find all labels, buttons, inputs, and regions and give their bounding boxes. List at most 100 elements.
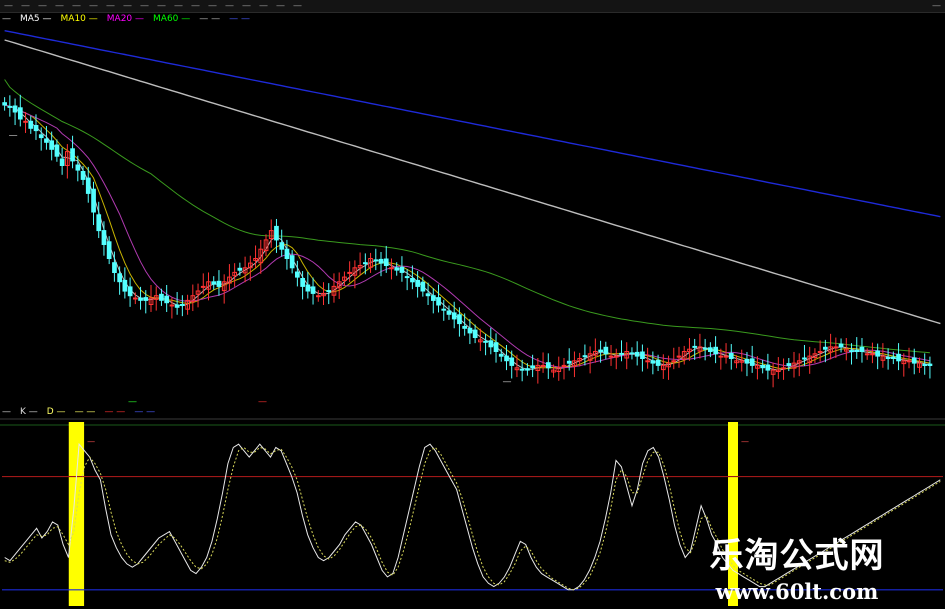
- candle-body: [347, 271, 352, 274]
- candle-body: [786, 363, 792, 367]
- candle-body: [159, 293, 164, 301]
- candle-body: [927, 363, 933, 367]
- candle-body: [237, 267, 243, 271]
- low-price-label: —: [502, 377, 511, 387]
- candle-body: [802, 357, 807, 360]
- candle-body: [875, 350, 880, 357]
- candle-body: [671, 360, 677, 363]
- candle-body: [133, 297, 138, 300]
- candle-body: [310, 286, 316, 294]
- sub-indicator-title[interactable]: —: [2, 407, 11, 417]
- candle-body: [817, 351, 823, 353]
- candle-body: [608, 355, 614, 358]
- candle-body: [122, 279, 128, 292]
- candle-body: [833, 346, 839, 349]
- candle-body: [7, 105, 13, 108]
- sub-legend-entry-0: K —: [20, 407, 38, 417]
- candle-body: [117, 273, 123, 283]
- candle-body: [922, 364, 928, 366]
- candle-body: [493, 342, 499, 353]
- candle-body: [457, 314, 462, 325]
- high-price-label: —: [9, 131, 18, 141]
- sub-legend: — K — D — — — — — — —: [2, 406, 155, 418]
- candle-body: [211, 281, 217, 285]
- candle-body: [713, 346, 718, 355]
- candle-body: [363, 262, 368, 265]
- candle-body: [530, 365, 535, 369]
- candle-body: [896, 353, 901, 362]
- candle-body: [744, 358, 750, 364]
- candle-body: [760, 364, 765, 369]
- candle-body: [415, 279, 420, 287]
- candle-body: [127, 286, 133, 297]
- candle-body: [566, 360, 572, 364]
- candle-body: [702, 347, 708, 350]
- candle-body: [498, 353, 504, 357]
- candle-body: [295, 271, 300, 278]
- candle-body: [436, 297, 441, 306]
- candle-body: [279, 242, 285, 250]
- candle-body: [765, 364, 771, 371]
- candle-body: [23, 120, 28, 123]
- candle-body: [864, 353, 870, 356]
- candle-body: [885, 357, 891, 359]
- candle-body: [540, 364, 546, 367]
- candle-body: [289, 255, 295, 269]
- candle-body: [504, 355, 509, 362]
- candle-body: [483, 340, 488, 343]
- candle-body: [200, 285, 206, 288]
- candle-body: [284, 248, 290, 259]
- candle-body: [174, 304, 180, 308]
- candle-body: [519, 368, 525, 371]
- candle-body: [44, 138, 49, 143]
- candle-body: [54, 144, 60, 157]
- candle-body: [823, 346, 828, 350]
- candle-body: [634, 351, 640, 357]
- candle-body: [106, 241, 112, 260]
- candle-body: [404, 276, 410, 279]
- candle-body: [410, 278, 415, 283]
- candle-body: [305, 284, 311, 292]
- candle-body: [399, 266, 405, 273]
- candle-body: [708, 347, 713, 352]
- ma-line-2: [4, 104, 931, 369]
- candle-body: [645, 360, 650, 363]
- candle-body: [300, 278, 305, 287]
- ma-line-3: [4, 79, 930, 354]
- candle-body: [28, 120, 34, 129]
- candle-body: [2, 102, 7, 106]
- candle-body: [326, 290, 332, 293]
- watermark: 乐淘公式网 www.60lt.com: [692, 528, 902, 604]
- candle-body: [655, 359, 661, 366]
- candle-body: [216, 280, 222, 287]
- candle-body: [18, 107, 23, 120]
- candle-body: [546, 362, 551, 369]
- candle-body: [143, 297, 149, 301]
- signal-mark-b: —: [258, 397, 267, 407]
- candle-body: [38, 134, 44, 139]
- candle-body: [169, 304, 175, 307]
- candle-body: [488, 340, 494, 348]
- ma-line-4: [4, 39, 941, 325]
- candle-body: [96, 214, 102, 232]
- candle-body: [838, 343, 844, 348]
- candle-body: [728, 352, 734, 359]
- candle-body: [373, 259, 379, 262]
- candle-body: [692, 345, 698, 348]
- candle-body: [33, 125, 39, 132]
- stock-chart[interactable]: — — — — — —: [0, 0, 945, 609]
- candle-body: [420, 281, 426, 292]
- candle-body: [781, 367, 786, 370]
- candle-body: [906, 360, 912, 363]
- ma-line-1: [4, 104, 930, 370]
- candle-body: [582, 355, 588, 358]
- candle-body: [75, 164, 81, 171]
- candle-body: [70, 148, 75, 162]
- candle-body: [180, 304, 185, 306]
- candle-body: [101, 230, 107, 246]
- buy-label-1: —: [87, 437, 95, 446]
- candle-body: [462, 325, 467, 329]
- candle-body: [112, 262, 117, 274]
- candle-body: [383, 258, 389, 266]
- candle-body: [451, 312, 457, 320]
